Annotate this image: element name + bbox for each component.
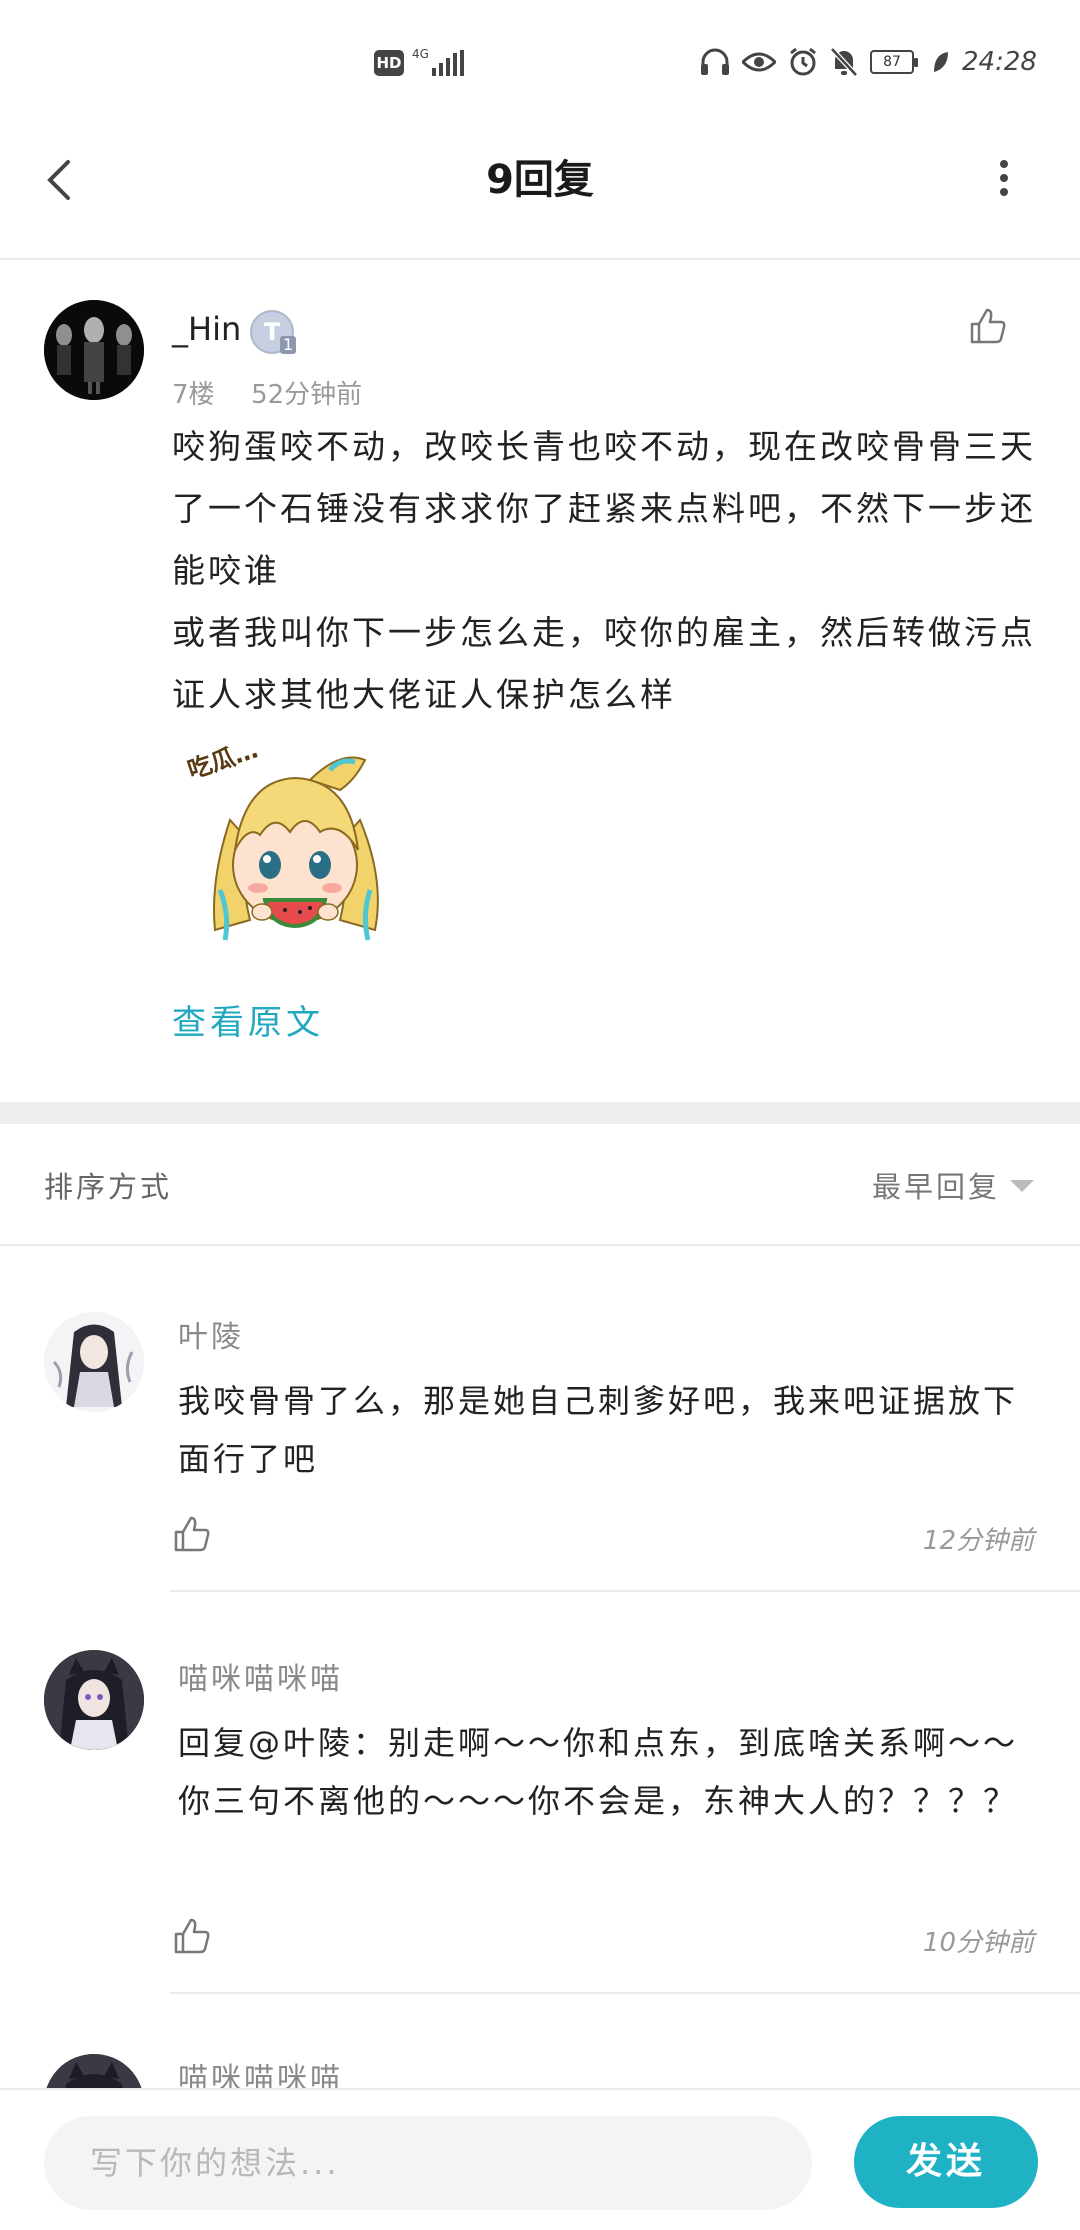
post-author-name[interactable]: _Hin [172, 310, 241, 348]
reply-item: 喵咪喵咪喵 [0, 1994, 1080, 2088]
reply-text: 我咬骨骨了么，那是她自己刺爹好吧，我来吧证据放下面行了吧 [178, 1382, 1019, 1478]
view-original-link[interactable]: 查看原文 [172, 995, 324, 1044]
post-paragraph: 咬狗蛋咬不动，改咬长青也咬不动，现在改咬骨骨三天了一个石锤没有求求你了赶紧来点料… [172, 427, 1036, 590]
reply-item: 喵咪喵咪喵 回复@叶陵：别走啊～～你和点东，到底啥关系啊～～你三句不离他的～～～… [0, 1592, 1080, 1994]
clock: 24:28 [962, 47, 1037, 77]
reply-avatar[interactable] [44, 1312, 144, 1412]
mute-icon [830, 47, 858, 77]
battery-icon: 87 [870, 50, 918, 74]
badge-letter: T [263, 318, 281, 346]
sort-dropdown[interactable]: 最早回复 [872, 1164, 1000, 1206]
leaf-icon [934, 52, 948, 72]
signal-icon [432, 50, 464, 76]
sort-label: 排序方式 [44, 1170, 173, 1204]
floor-number: 7楼 [172, 380, 215, 410]
reply-avatar[interactable] [44, 1650, 144, 1750]
reply-author-name[interactable]: 喵咪喵咪喵 [178, 2054, 343, 2088]
headphones-icon [701, 48, 729, 75]
chevron-down-icon[interactable] [1010, 1180, 1034, 1192]
reply-time: 12分钟前 [922, 1526, 1034, 1556]
reply-text: 回复@叶陵：别走啊～～你和点东，到底啥关系啊～～你三句不离他的～～～你不会是，东… [178, 1724, 1019, 1820]
top-nav-bar: 9回复 [0, 120, 1080, 260]
post-paragraph: 或者我叫你下一步怎么走，咬你的雇主，然后转做污点证人求其他大佬证人保护怎么样 [172, 613, 1036, 714]
avatar-image [44, 1650, 144, 1750]
reply-time: 10分钟前 [922, 1928, 1034, 1958]
reply-avatar[interactable] [44, 2054, 144, 2088]
avatar-image [44, 300, 144, 400]
post-time: 52分钟前 [251, 380, 363, 410]
hd-icon: HD [374, 50, 404, 76]
section-divider [0, 1102, 1080, 1124]
sort-bar: 排序方式 最早回复 [0, 1124, 1080, 1246]
send-button[interactable]: 发送 [854, 2116, 1038, 2208]
comment-bar: 发送 [0, 2088, 1080, 2230]
post-meta: 7楼 52分钟前 [172, 374, 362, 411]
status-icons: 87 24:28 [700, 44, 1037, 80]
avatar-image [44, 2054, 144, 2088]
alarm-icon [790, 47, 816, 76]
badge-level: 1 [280, 336, 297, 354]
more-options-icon[interactable] [992, 158, 1016, 206]
like-icon[interactable] [968, 306, 1008, 346]
reply-author-name[interactable]: 喵咪喵咪喵 [178, 1654, 343, 1698]
eye-icon [742, 52, 776, 72]
reply-author-name[interactable]: 叶陵 [178, 1312, 244, 1356]
like-icon[interactable] [172, 1514, 212, 1554]
avatar-image [44, 1312, 144, 1412]
network-type: 4G [412, 47, 429, 61]
comment-input[interactable] [44, 2116, 812, 2210]
back-icon[interactable] [38, 150, 86, 210]
page-title: 9回复 [486, 157, 594, 203]
post-content: 咬狗蛋咬不动，改咬长青也咬不动，现在改咬骨骨三天了一个石锤没有求求你了赶紧来点料… [172, 416, 1042, 726]
reply-item: 叶陵 我咬骨骨了么，那是她自己刺爹好吧，我来吧证据放下面行了吧 12分钟前 [0, 1246, 1080, 1592]
status-bar: HD 4G 87 24:28 [0, 0, 1080, 120]
watermelon-sticker-image[interactable]: 吃瓜… [184, 735, 400, 960]
post-author-avatar[interactable] [44, 300, 144, 400]
like-icon[interactable] [172, 1916, 212, 1956]
